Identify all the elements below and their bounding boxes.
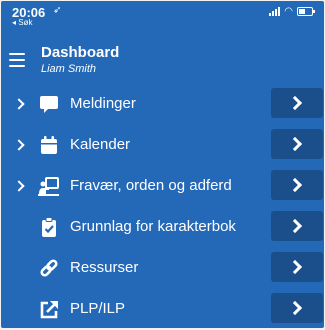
menu-item-kalender[interactable]: Kalender <box>1 128 324 162</box>
expand-chevron-icon[interactable] <box>14 138 26 152</box>
menu-item-meldinger[interactable]: Meldinger <box>1 87 324 121</box>
menu-item-label: Fravær, orden og adferd <box>70 177 232 194</box>
back-to-search-link[interactable]: ◂ Søk <box>12 18 32 27</box>
hamburger-menu-button[interactable] <box>9 53 25 67</box>
menu-item-label: PLP/ILP <box>70 300 126 317</box>
menu-item-label: Ressurser <box>70 259 139 276</box>
app-header: Dashboard Liam Smith <box>1 39 324 79</box>
open-fravaer-button[interactable] <box>271 170 323 200</box>
user-name: Liam Smith <box>41 63 97 75</box>
menu-item-label: Kalender <box>70 136 131 153</box>
menu-item-grunnlag[interactable]: Grunnlag for karakterbok <box>1 210 324 244</box>
chat-bubble-icon <box>40 96 58 113</box>
open-kalender-button[interactable] <box>271 129 323 159</box>
external-link-icon <box>40 301 58 319</box>
menu-item-plp-ilp[interactable]: PLP/ILP <box>1 292 324 326</box>
open-ressurser-button[interactable] <box>271 252 323 282</box>
battery-icon <box>297 7 315 16</box>
location-arrow-icon: ➶ <box>53 5 62 16</box>
clipboard-check-icon <box>42 217 56 237</box>
open-meldinger-button[interactable] <box>271 88 323 118</box>
page-title: Dashboard <box>41 44 120 61</box>
open-plp-ilp-button[interactable] <box>271 293 323 323</box>
signal-icon <box>269 7 281 16</box>
menu-item-ressurser[interactable]: Ressurser <box>1 251 324 285</box>
status-bar: 20:06 ➶ ◂ Søk ◠ <box>1 1 324 27</box>
app-screen: 20:06 ➶ ◂ Søk ◠ Dashboard Liam Smith Mel… <box>1 1 324 328</box>
link-icon <box>40 259 58 277</box>
presentation-board-icon <box>38 177 59 196</box>
menu-item-label: Grunnlag for karakterbok <box>70 218 236 235</box>
status-indicators: ◠ <box>269 6 315 17</box>
expand-chevron-icon[interactable] <box>14 97 26 111</box>
open-grunnlag-button[interactable] <box>271 211 323 241</box>
wifi-icon: ◠ <box>284 6 293 17</box>
menu-item-fravaer[interactable]: Fravær, orden og adferd <box>1 169 324 203</box>
expand-chevron-icon[interactable] <box>14 179 26 193</box>
menu-item-label: Meldinger <box>70 95 136 112</box>
calendar-icon <box>41 136 57 154</box>
